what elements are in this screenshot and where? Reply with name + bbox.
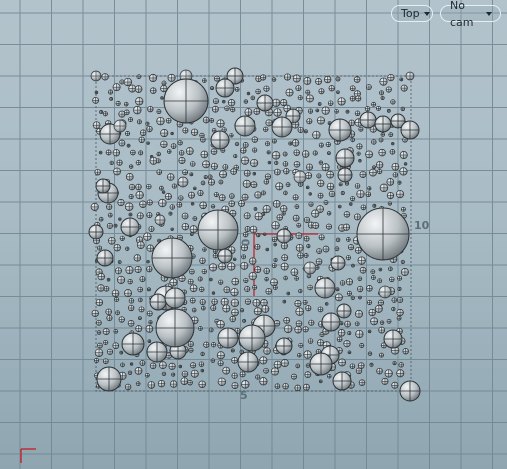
view-menu-label: Top	[401, 7, 420, 20]
chevron-down-icon	[423, 12, 430, 16]
view-menu-button[interactable]: Top	[391, 5, 433, 22]
scene-canvas[interactable]	[0, 0, 507, 469]
chevron-down-icon	[486, 12, 492, 16]
origin-axis-icon	[20, 448, 36, 463]
camera-menu-label: No cam	[450, 0, 474, 29]
camera-menu-button[interactable]: No cam	[440, 0, 501, 29]
axis-label-x: 10	[414, 219, 430, 232]
axis-label-origin: 0	[239, 238, 253, 247]
axis-label-y: 5	[240, 389, 248, 402]
scene-viewport[interactable]: 10 5 0 Top No cam	[0, 0, 507, 469]
